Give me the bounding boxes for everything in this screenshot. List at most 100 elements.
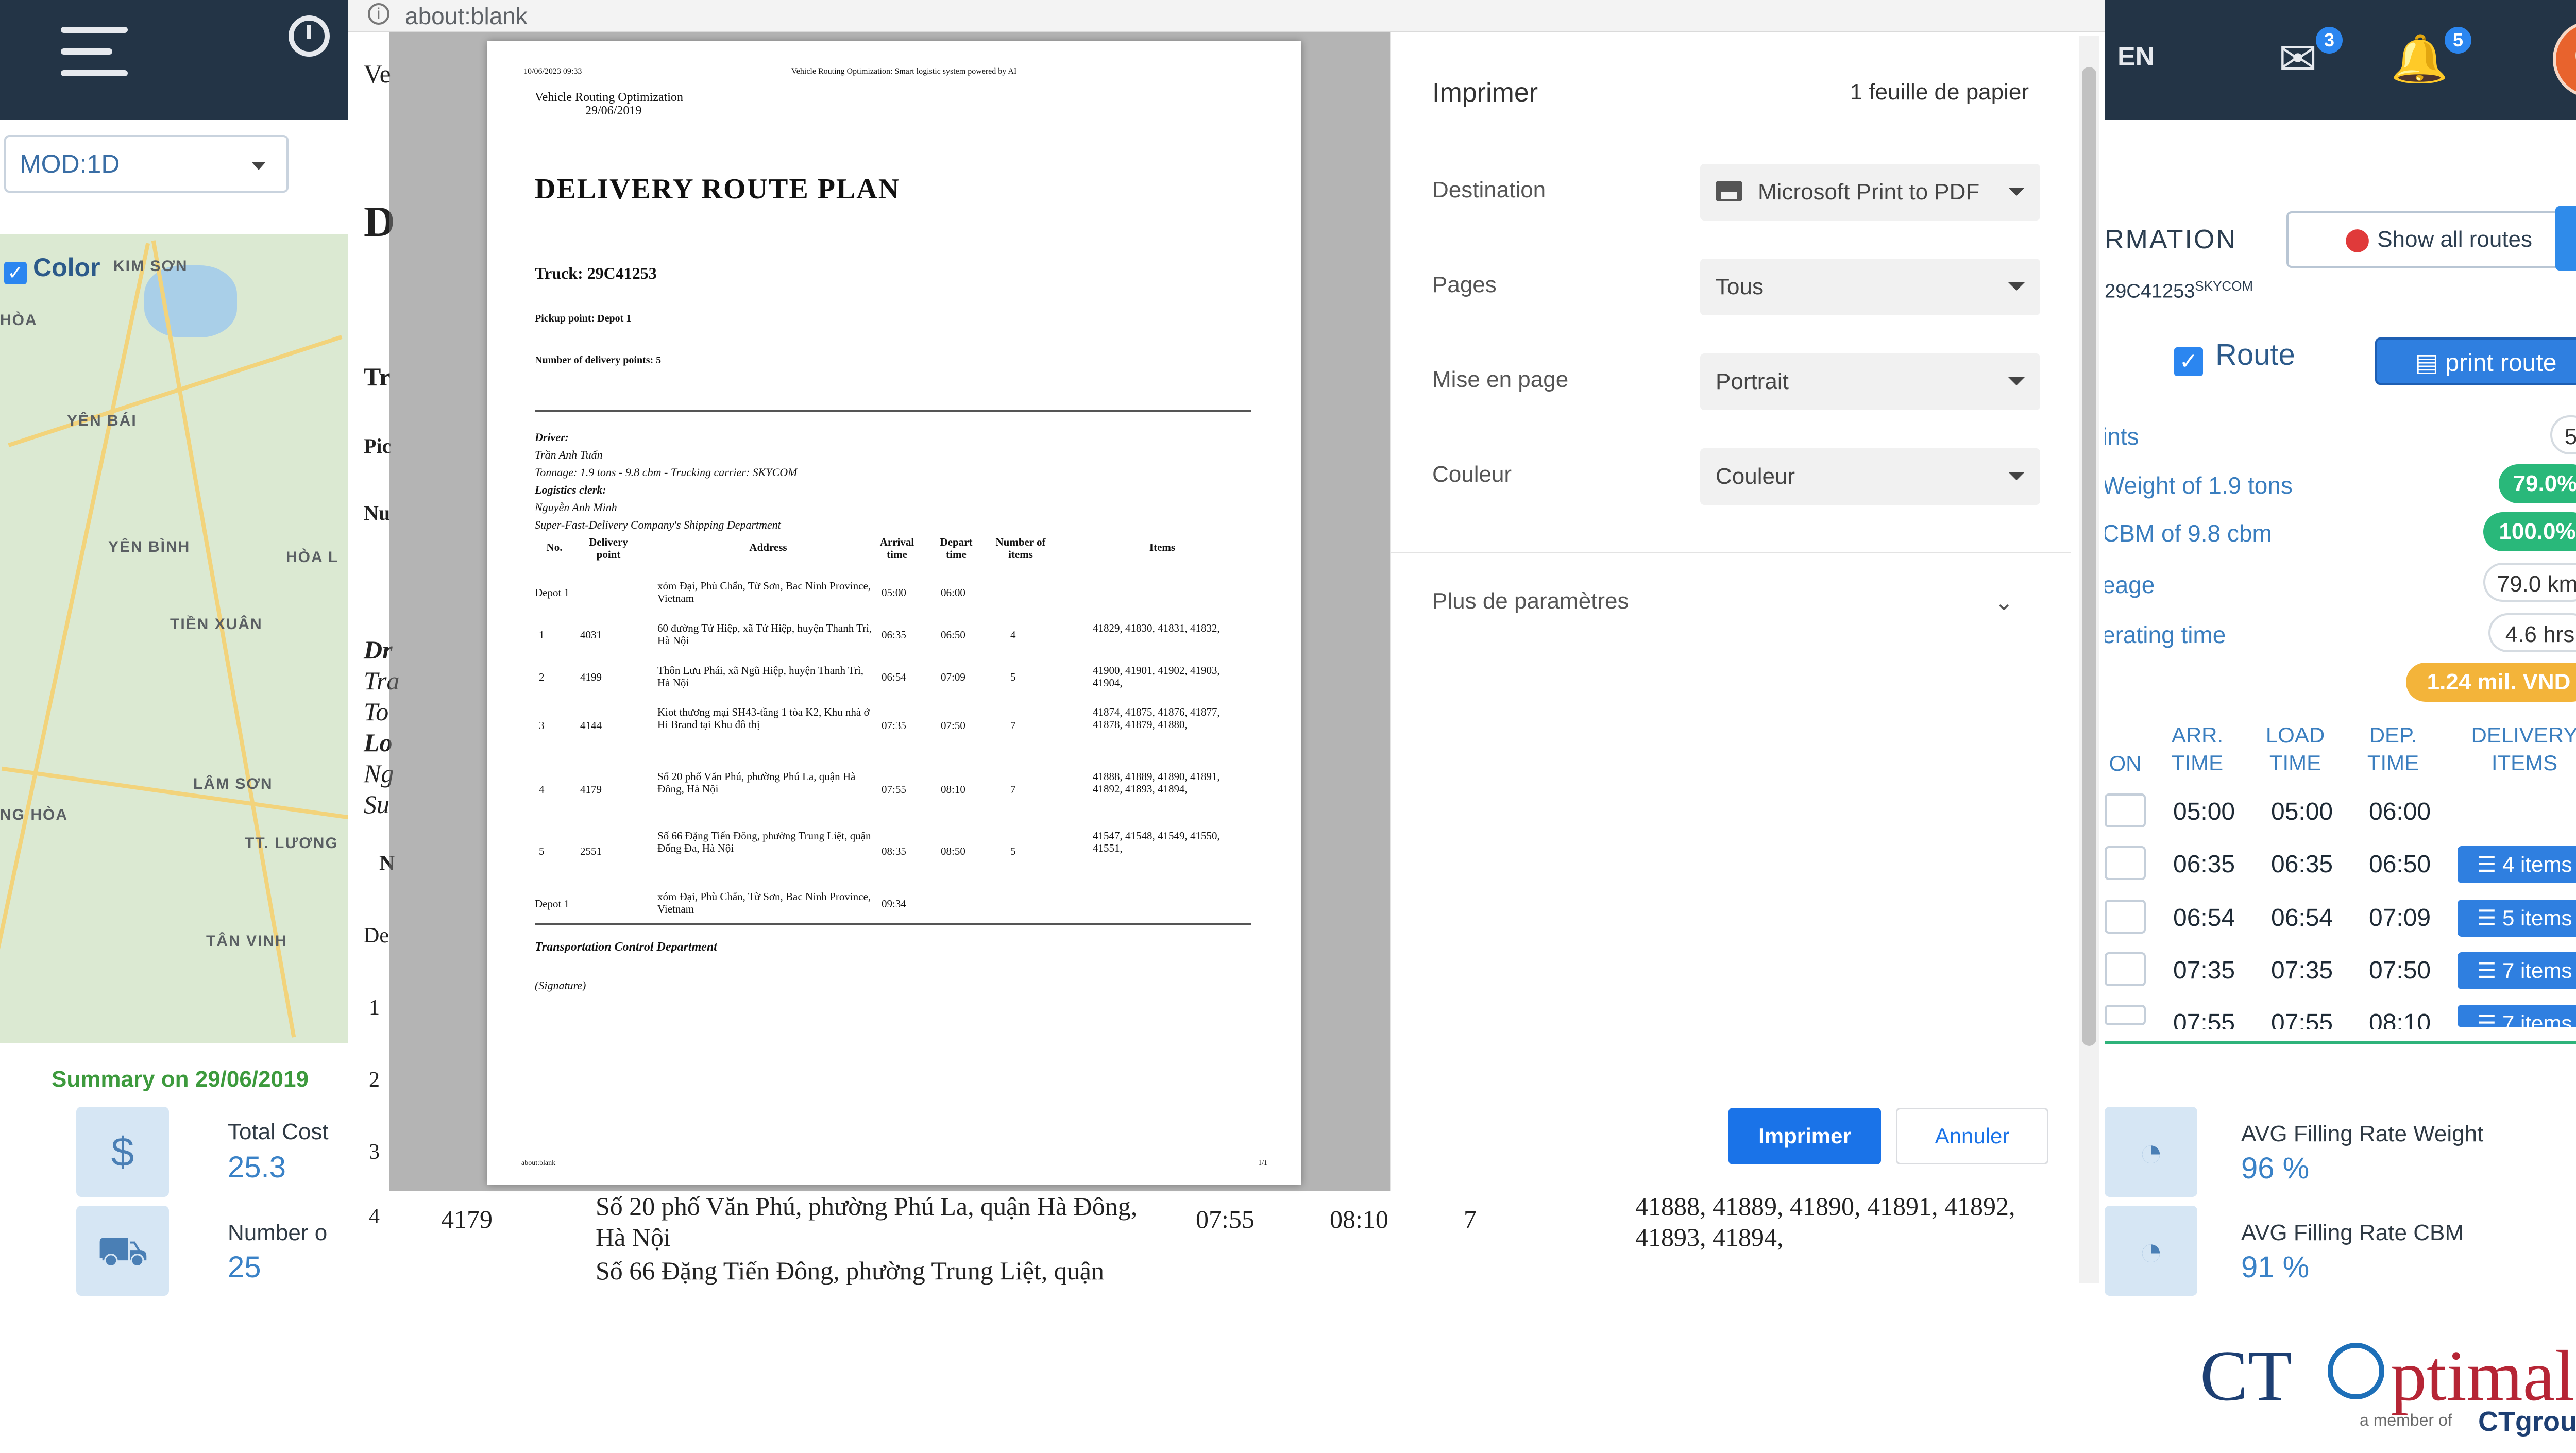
- sheet-pickup: Pickup point: Depot 1: [535, 313, 632, 324]
- doc-fragment: Tr: [364, 362, 391, 391]
- sheet-truck: Truck: 29C41253: [535, 264, 657, 282]
- sheet-cell-arr: 08:35: [882, 845, 906, 857]
- sheet-count: 1 feuille de papier: [1850, 79, 2029, 105]
- truck-code: 29C41253SKYCOM: [2105, 278, 2253, 303]
- print-button[interactable]: Imprimer: [1728, 1108, 1881, 1164]
- sheet-cell-address: Số 20 phố Văn Phú, phường Phú La, quận H…: [657, 770, 856, 795]
- cost-value: 1.24 mil. VND: [2406, 663, 2576, 702]
- layout-value: Portrait: [1716, 369, 1789, 394]
- sheet-cell-arr: 06:54: [882, 671, 906, 683]
- info-label: eage: [2102, 571, 2155, 598]
- sheet-cell-dep: 08:10: [941, 783, 965, 796]
- pie-chart-icon: ◔: [2105, 1107, 2197, 1197]
- sheet-cell-address: Số 66 Đặng Tiến Đông, phường Trung Liệt,…: [657, 830, 871, 854]
- sheet-cell-dep: 07:50: [941, 719, 965, 732]
- avg-cbm-value: 91 %: [2241, 1251, 2310, 1284]
- list-icon: ☰: [2477, 1011, 2502, 1027]
- total-cost-value: 25.3: [228, 1151, 286, 1184]
- pie-chart-icon: ◔: [2105, 1206, 2197, 1296]
- show-all-routes-label: Show all routes: [2377, 227, 2533, 252]
- row-checkbox[interactable]: [2105, 846, 2146, 880]
- row-checkbox[interactable]: [2105, 900, 2146, 934]
- info-value: 79.0 km: [2483, 563, 2576, 602]
- sheet-cell-address: Thôn Lưu Phái, xã Ngũ Hiệp, huyện Thanh …: [657, 664, 864, 689]
- map-view[interactable]: KIM SƠN HÒA YÊN BÁI YÊN BÌNH HÒA L TIỀN …: [0, 234, 350, 1043]
- row-checkbox[interactable]: [2105, 1005, 2146, 1025]
- load-time: 07:35: [2271, 957, 2333, 984]
- chevron-down-icon: [251, 162, 266, 170]
- table-header: ON: [2109, 751, 2142, 775]
- popup-scrollbar[interactable]: [2079, 36, 2099, 1283]
- load-time: 06:35: [2271, 851, 2333, 878]
- summary-title: Summary on 29/06/2019: [52, 1067, 309, 1092]
- doc-cell: 07:55: [1196, 1205, 1255, 1234]
- info-icon[interactable]: i: [368, 3, 389, 25]
- info-value: 4.6 hrs: [2488, 613, 2576, 652]
- scrollbar-thumb[interactable]: [2082, 67, 2096, 1046]
- number-value: 25: [228, 1251, 261, 1284]
- sheet-date: 29/06/2019: [585, 104, 642, 117]
- color-select[interactable]: Couleur: [1700, 448, 2040, 505]
- pages-select[interactable]: Tous: [1700, 259, 2040, 315]
- sheet-driver-line: Driver:: [535, 431, 569, 444]
- color-label: Couleur: [1432, 462, 1512, 487]
- language-switch[interactable]: EN: [2117, 41, 2155, 72]
- items-label: 7 items: [2502, 1011, 2572, 1027]
- doc-cell: 41893, 41894,: [1635, 1223, 1784, 1252]
- items-button[interactable]: ☰ 4 items: [2458, 846, 2576, 883]
- row-checkbox[interactable]: [2105, 952, 2146, 986]
- list-menu-button[interactable]: ☰: [2555, 206, 2576, 271]
- doc-cell: 4179: [441, 1205, 493, 1234]
- sheet-cell-items: 41547, 41548, 41549, 41550, 41551,: [1093, 830, 1220, 854]
- dep-time: 07:50: [2369, 957, 2431, 984]
- sheet-cell-dep: 08:50: [941, 845, 965, 857]
- row-checkbox[interactable]: [2105, 793, 2146, 827]
- table-header: DELIVERY ITEMS: [2471, 723, 2576, 775]
- map-place-label: HÒA L: [286, 549, 339, 566]
- items-button[interactable]: ☰ 7 items: [2458, 1005, 2576, 1027]
- brain-icon: [2328, 1343, 2384, 1399]
- sheet-cell-no: 4: [539, 783, 545, 796]
- load-time: 06:54: [2271, 904, 2333, 932]
- sheet-cell-items: 41874, 41875, 41876, 41877, 41878, 41879…: [1093, 706, 1220, 731]
- layout-select[interactable]: Portrait: [1700, 353, 2040, 410]
- sheet-cell-address: xóm Đại, Phù Chẩn, Từ Sơn, Bac Ninh Prov…: [657, 580, 871, 604]
- bell-icon[interactable]: 🔔: [2391, 31, 2448, 88]
- show-all-routes-button[interactable]: ⬤ Show all routes: [2286, 211, 2576, 268]
- color-checkbox[interactable]: ✓ Color: [4, 252, 100, 284]
- print-preview-sheet: 10/06/2023 09:33 Vehicle Routing Optimiz…: [487, 41, 1301, 1185]
- avg-weight-value: 96 %: [2241, 1152, 2310, 1185]
- clock-icon[interactable]: [289, 15, 330, 57]
- doc-cell: 41888, 41889, 41890, 41891, 41892,: [1635, 1192, 2015, 1221]
- print-title: Imprimer: [1432, 78, 1538, 108]
- map-place-label: YÊN BÁI: [67, 412, 137, 429]
- items-button[interactable]: ☰ 5 items: [2458, 900, 2576, 937]
- info-label: erating time: [2102, 621, 2226, 648]
- map-pin-icon: ⬤: [2344, 227, 2370, 252]
- dep-time: 07:09: [2369, 904, 2431, 932]
- sheet-header-title: Vehicle Routing Optimization: Smart logi…: [791, 67, 1017, 76]
- print-popup-window: Ve D Tr Pic Nu Dr Tra To Lo Ng Su N De 1…: [348, 32, 2105, 1289]
- doc-fragment: Su: [364, 790, 389, 819]
- route-checkbox[interactable]: ✓ Route: [2174, 337, 2295, 376]
- cancel-button[interactable]: Annuler: [1896, 1108, 2048, 1164]
- avatar[interactable]: [2553, 21, 2576, 98]
- popup-address-bar: i about:blank: [348, 0, 2105, 32]
- sheet-cell-num: 5: [1010, 671, 1016, 683]
- sheet-cell-no: 5: [539, 845, 545, 857]
- panel-title: RMATION: [2105, 225, 2237, 255]
- print-route-button[interactable]: ▤ print route: [2375, 337, 2576, 385]
- arr-time: 07:35: [2173, 957, 2235, 984]
- list-icon: ☰: [2477, 852, 2502, 876]
- chevron-down-icon[interactable]: ⌄: [1994, 589, 2013, 616]
- sheet-driver-line: Super-Fast-Delivery Company's Shipping D…: [535, 518, 781, 531]
- bell-badge: 5: [2445, 27, 2471, 54]
- destination-select[interactable]: Microsoft Print to PDF: [1700, 164, 2040, 221]
- items-button[interactable]: ☰ 7 items: [2458, 952, 2576, 989]
- dep-time: 06:00: [2369, 798, 2431, 825]
- more-settings-toggle[interactable]: Plus de paramètres: [1432, 588, 1629, 614]
- menu-icon[interactable]: [61, 27, 128, 89]
- print-route-label: print route: [2445, 349, 2557, 377]
- mode-select[interactable]: MOD:1D: [4, 135, 289, 193]
- truck-tag: SKYCOM: [2195, 278, 2253, 294]
